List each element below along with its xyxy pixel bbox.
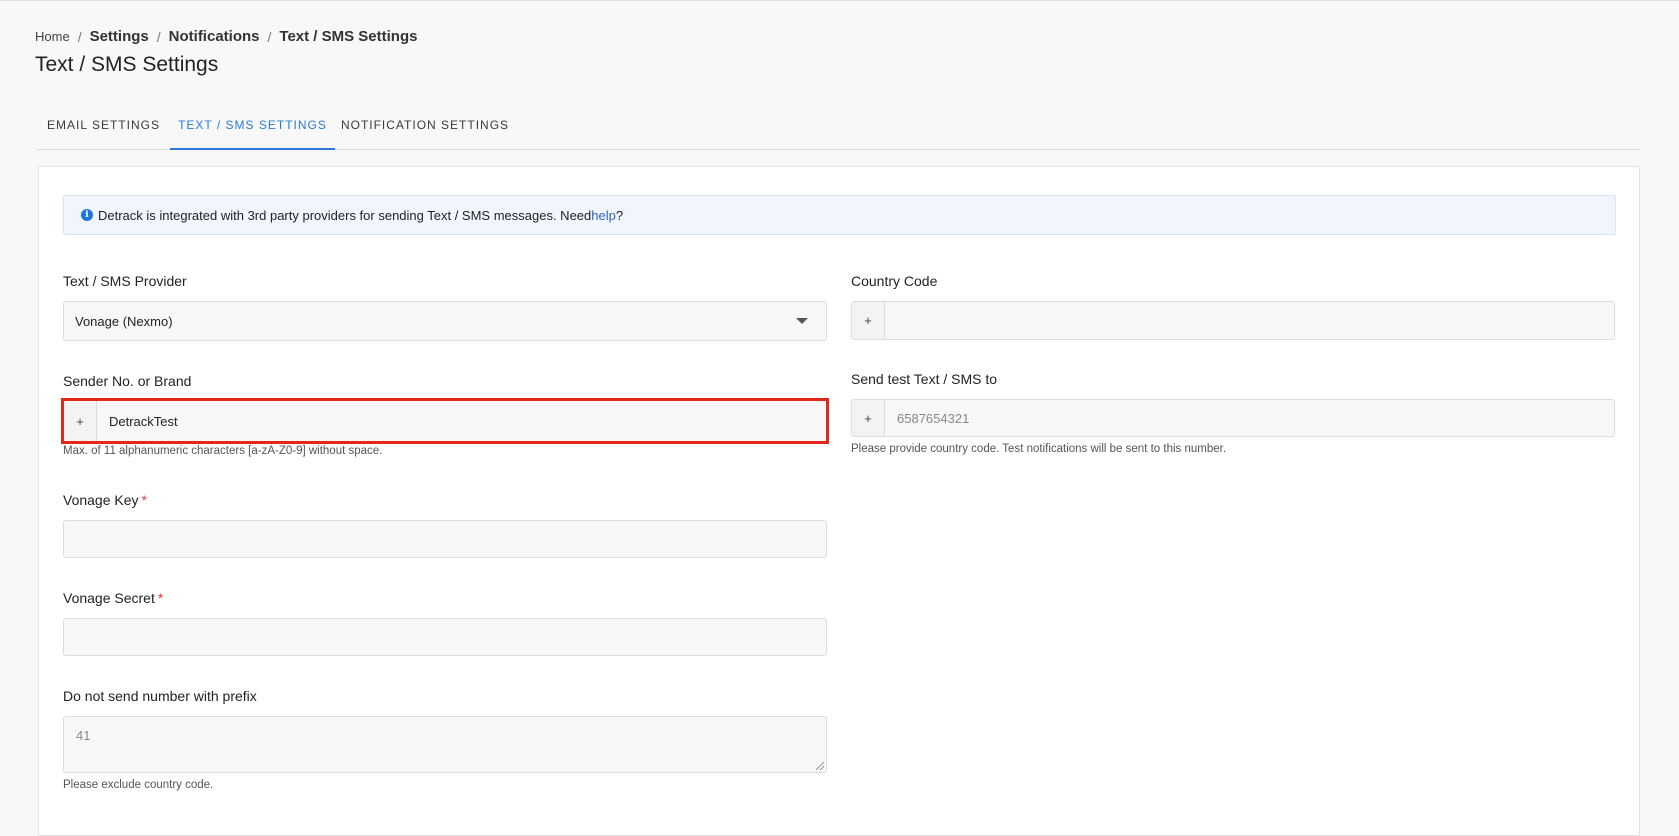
plus-prefix: +	[64, 401, 97, 441]
sender-hint: Max. of 11 alphanumeric characters [a-zA…	[63, 445, 383, 457]
country-code-group: +	[851, 301, 1615, 340]
plus-prefix: +	[852, 400, 885, 436]
no-prefix-placeholder: 41	[76, 728, 91, 743]
breadcrumb-current: Text / SMS Settings	[279, 28, 418, 45]
page-title: Text / SMS Settings	[35, 53, 219, 76]
provider-value: Vonage (Nexmo)	[75, 313, 173, 329]
provider-select[interactable]: Vonage (Nexmo)	[63, 301, 827, 341]
tab-notification-settings[interactable]: NOTIFICATION SETTINGS	[335, 100, 515, 150]
breadcrumb-notifications[interactable]: Notifications	[169, 28, 260, 45]
caret-down-icon	[796, 318, 808, 324]
send-test-group: + 6587654321	[851, 399, 1615, 437]
info-suffix: ?	[615, 207, 624, 223]
vonage-key-label: Vonage Key *	[63, 492, 147, 508]
help-link[interactable]: help	[591, 208, 616, 223]
send-test-label: Send test Text / SMS to	[851, 371, 998, 387]
breadcrumb-separator: /	[77, 28, 82, 45]
info-icon: i	[81, 209, 93, 221]
required-mark: *	[141, 492, 147, 508]
vonage-key-input[interactable]	[63, 520, 827, 558]
plus-prefix: +	[852, 302, 885, 339]
no-prefix-hint: Please exclude country code.	[63, 779, 214, 791]
settings-card: i Detrack is integrated with 3rd party p…	[38, 166, 1640, 836]
no-prefix-textarea[interactable]: 41	[63, 716, 827, 773]
breadcrumb-settings[interactable]: Settings	[90, 28, 149, 45]
breadcrumb: Home / Settings / Notifications / Text /…	[35, 28, 417, 45]
country-code-input[interactable]	[885, 302, 1614, 339]
breadcrumb-separator: /	[156, 28, 161, 45]
send-test-input[interactable]: 6587654321	[885, 400, 1614, 436]
info-banner: i Detrack is integrated with 3rd party p…	[63, 195, 1616, 235]
tab-email-settings[interactable]: EMAIL SETTINGS	[37, 100, 170, 150]
no-prefix-label: Do not send number with prefix	[63, 688, 257, 704]
top-divider	[0, 0, 1679, 1]
vonage-secret-input[interactable]	[63, 618, 827, 656]
breadcrumb-separator: /	[267, 28, 272, 45]
sender-label: Sender No. or Brand	[63, 373, 192, 389]
info-text: Detrack is integrated with 3rd party pro…	[98, 207, 592, 223]
settings-tabs: EMAIL SETTINGS TEXT / SMS SETTINGS NOTIF…	[37, 100, 1641, 150]
resize-handle-icon[interactable]	[816, 762, 824, 770]
tab-sms-settings[interactable]: TEXT / SMS SETTINGS	[170, 100, 335, 150]
breadcrumb-home[interactable]: Home	[35, 29, 70, 44]
sender-input-group: + DetrackTest	[61, 398, 829, 444]
country-code-label: Country Code	[851, 273, 938, 289]
send-test-hint: Please provide country code. Test notifi…	[851, 443, 1227, 455]
provider-label: Text / SMS Provider	[63, 273, 187, 289]
sender-input[interactable]: DetrackTest	[97, 401, 826, 441]
required-mark: *	[157, 590, 164, 606]
vonage-secret-label: Vonage Secret *	[63, 590, 164, 606]
